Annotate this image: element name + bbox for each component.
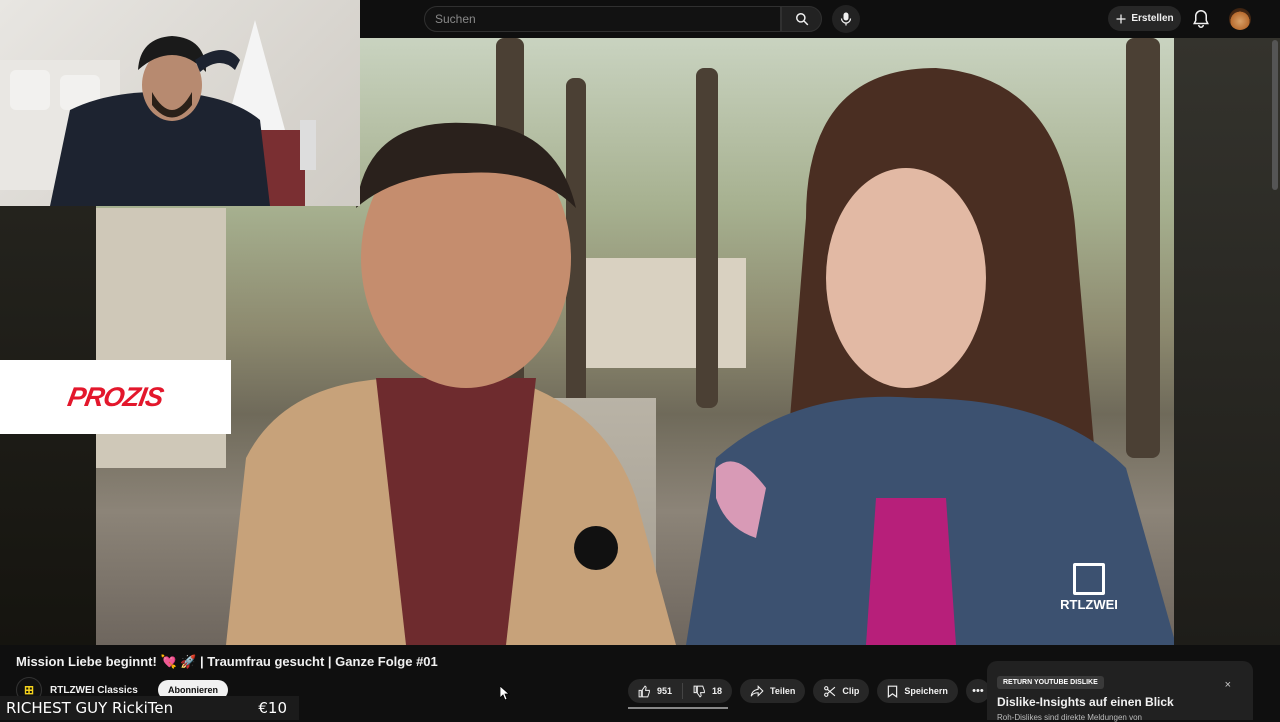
channel-name[interactable]: RTLZWEI Classics bbox=[50, 685, 154, 696]
like-ratio-bar bbox=[628, 707, 728, 709]
page-scrollbar[interactable] bbox=[1272, 40, 1278, 190]
video-title: Mission Liebe beginnt! 💘 🚀 | Traumfrau g… bbox=[16, 654, 438, 669]
create-label: Erstellen bbox=[1131, 13, 1174, 24]
dislike-count: 18 bbox=[712, 686, 723, 696]
mic-icon bbox=[840, 12, 852, 26]
avatar[interactable] bbox=[1229, 8, 1251, 30]
search-icon bbox=[795, 13, 808, 26]
sponsor-banner: PROZIS bbox=[0, 360, 231, 434]
woman-figure bbox=[686, 68, 1176, 645]
video-letterbox-right bbox=[1174, 38, 1280, 645]
ticker-name: RICHEST GUY RickiTen bbox=[6, 699, 174, 717]
save-button[interactable]: Speichern bbox=[877, 679, 958, 703]
mouse-cursor-icon bbox=[500, 686, 510, 700]
search-input[interactable]: Suchen bbox=[424, 6, 781, 32]
panel-title: Dislike-Insights auf einen Blick bbox=[997, 695, 1174, 709]
save-icon bbox=[888, 685, 898, 698]
like-count: 951 bbox=[657, 686, 673, 696]
rtl-logo-icon bbox=[1073, 563, 1105, 595]
channel-watermark: RTLZWEI bbox=[1052, 563, 1126, 612]
dislike-button[interactable]: 18 bbox=[683, 685, 732, 698]
like-button[interactable]: 951 bbox=[628, 684, 682, 698]
dislike-insights-panel: RETURN YOUTUBE DISLIKE Dislike-Insights … bbox=[987, 661, 1253, 722]
like-dislike-group: 951 18 bbox=[628, 679, 733, 703]
like-icon bbox=[638, 684, 650, 697]
share-button[interactable]: Teilen bbox=[740, 679, 806, 703]
sponsor-logo-text: PROZIS bbox=[65, 381, 166, 412]
webcam-overlay bbox=[0, 0, 360, 206]
ticker-amount: €10 bbox=[258, 699, 287, 717]
dislike-icon bbox=[693, 685, 705, 698]
webcam-scene bbox=[0, 20, 316, 206]
clip-button[interactable]: Clip bbox=[813, 679, 870, 703]
video-actions: 951 18 Teilen Clip Speichern ••• bbox=[628, 679, 990, 703]
plus-icon bbox=[1116, 14, 1126, 23]
panel-badge: RETURN YOUTUBE DISLIKE bbox=[997, 676, 1104, 689]
donation-ticker: RICHEST GUY RickiTen €10 bbox=[0, 696, 299, 720]
close-icon[interactable]: × bbox=[1225, 679, 1231, 691]
more-icon: ••• bbox=[972, 685, 984, 697]
voice-search-button[interactable] bbox=[832, 5, 860, 33]
share-icon bbox=[750, 685, 764, 697]
create-button[interactable]: Erstellen bbox=[1108, 6, 1181, 31]
clip-icon bbox=[824, 685, 836, 697]
search-button[interactable] bbox=[781, 6, 822, 32]
bell-icon[interactable] bbox=[1192, 9, 1210, 29]
panel-subtitle: Roh-Dislikes sind direkte Meldungen von bbox=[997, 713, 1142, 722]
